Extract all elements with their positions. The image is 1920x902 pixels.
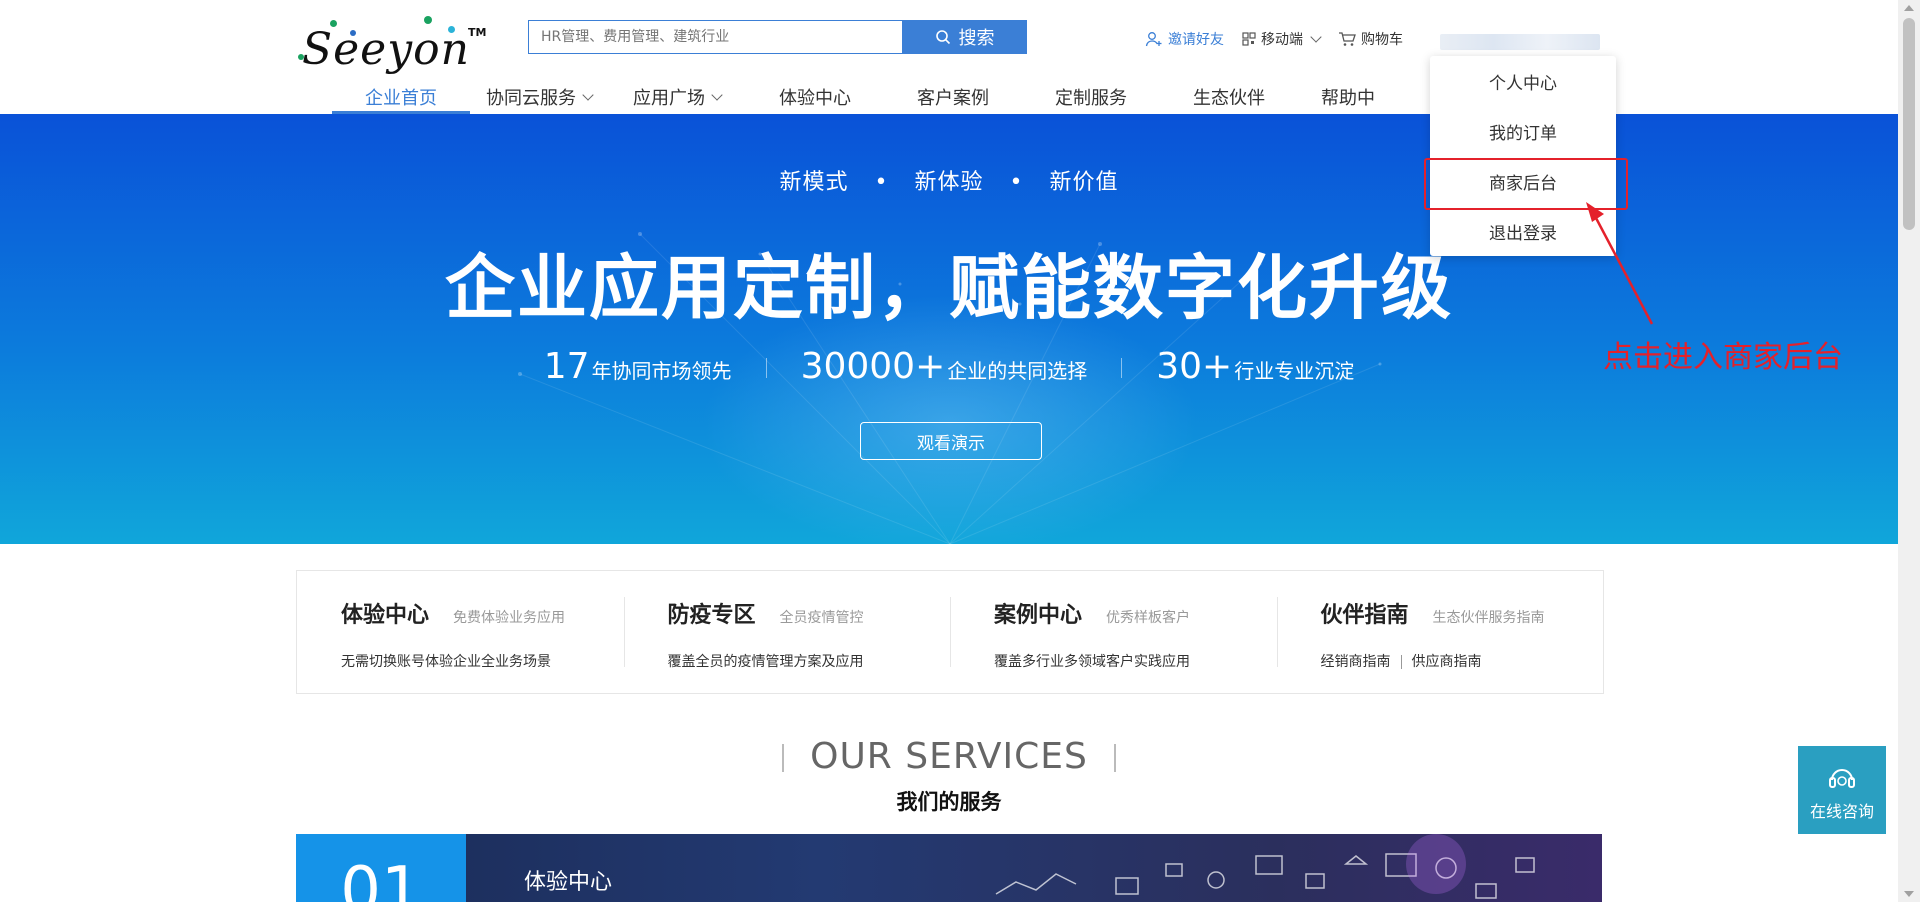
nav-label: 协同云服务 [486, 88, 576, 109]
chevron-down-icon [582, 88, 594, 101]
nav-item-partners[interactable]: 生态伙伴 [1160, 80, 1298, 114]
menu-item-my-orders[interactable]: 我的订单 [1430, 106, 1616, 156]
top-links: 邀请好友 移动端 购物车 [1145, 26, 1421, 52]
card-subtitle: 全员疫情管控 [779, 610, 864, 626]
search-button[interactable]: 搜索 [902, 20, 1027, 54]
scroll-up-arrow-icon[interactable] [1904, 5, 1914, 11]
card-title: 伙伴指南 [1320, 603, 1409, 628]
nav-item-custom-services[interactable]: 定制服务 [1022, 80, 1160, 114]
scroll-thumb[interactable] [1903, 18, 1915, 230]
nav-label: 企业首页 [365, 88, 437, 109]
annotation-text: 点击进入商家后台 [1603, 340, 1843, 375]
search-input[interactable] [528, 20, 917, 54]
nav-label: 应用广场 [633, 88, 705, 109]
card-title: 案例中心 [994, 603, 1083, 628]
nav-label: 客户案例 [917, 88, 989, 109]
nav-label: 帮助中 [1321, 88, 1375, 109]
tech-icons-decoration [995, 834, 1535, 899]
nav-item-cloud-services[interactable]: 协同云服务 [470, 80, 608, 114]
stat-years: 17 年协同市场领先 [510, 346, 766, 387]
services-heading-cn: 我们的服务 [896, 790, 1002, 814]
search-icon [935, 30, 950, 45]
services-en-text: OUR SERVICES [810, 736, 1088, 777]
cart-label: 购物车 [1361, 32, 1403, 48]
logo-dot [424, 16, 432, 24]
nav-label: 体验中心 [779, 88, 851, 109]
card-description: 覆盖多行业多领域客户实践应用 [994, 651, 1277, 671]
card-epidemic-zone[interactable]: 防疫专区 全员疫情管控 覆盖全员的疫情管理方案及应用 [623, 571, 951, 693]
card-experience-center[interactable]: 体验中心 免费体验业务应用 无需切换账号体验企业全业务场景 [297, 571, 624, 693]
nav-item-experience-center[interactable]: 体验中心 [746, 80, 884, 114]
card-subtitle: 免费体验业务应用 [453, 610, 566, 626]
nav-item-app-square[interactable]: 应用广场 [608, 80, 746, 114]
page: Seeyon TM 搜索 邀请好友 移动端 购物车 [0, 0, 1898, 902]
chevron-down-icon [711, 88, 723, 101]
headset-icon [1829, 769, 1855, 788]
card-description: 覆盖全员的疫情管理方案及应用 [668, 651, 951, 671]
nav-item-home[interactable]: 企业首页 [332, 80, 470, 114]
tagline-item: 新体验 [914, 170, 984, 195]
user-account-menu-trigger[interactable] [1440, 34, 1600, 50]
logo-trademark: TM [468, 26, 487, 39]
mobile-label: 移动端 [1261, 32, 1303, 48]
tagline-item: 新价值 [1049, 170, 1119, 195]
menu-item-personal-center[interactable]: 个人中心 [1430, 56, 1616, 106]
logo-text: Seeyon [302, 24, 470, 75]
service-banner-experience-center[interactable]: 01 体验中心 [296, 834, 1602, 902]
stat-label: 企业的共同选择 [947, 359, 1088, 383]
search-bar: 搜索 [528, 20, 1027, 54]
feature-cards: 体验中心 免费体验业务应用 无需切换账号体验企业全业务场景 防疫专区 全员疫情管… [296, 570, 1604, 694]
chevron-down-icon [1310, 30, 1322, 43]
nav-label: 定制服务 [1055, 88, 1127, 109]
link-divider [1400, 655, 1402, 669]
service-title: 体验中心 [524, 870, 613, 895]
card-partner-guide: 伙伴指南 生态伙伴服务指南 经销商指南 供应商指南 [1276, 571, 1604, 693]
card-subtitle: 优秀样板客户 [1106, 610, 1191, 626]
nav-item-customer-cases[interactable]: 客户案例 [884, 80, 1022, 114]
invite-friends-link[interactable]: 邀请好友 [1145, 29, 1224, 49]
scroll-down-arrow-icon[interactable] [1904, 891, 1914, 897]
qrcode-icon [1242, 32, 1256, 46]
card-subtitle: 生态伙伴服务指南 [1432, 610, 1545, 626]
supplier-guide-link[interactable]: 供应商指南 [1412, 654, 1482, 670]
stat-number: 17 [543, 346, 590, 387]
stat-label: 行业专业沉淀 [1234, 359, 1355, 383]
cart-link[interactable]: 购物车 [1338, 29, 1403, 49]
heading-bar [782, 744, 785, 772]
seeyon-logo[interactable]: Seeyon TM [296, 14, 487, 75]
dot-separator: • [1009, 170, 1024, 195]
stat-industries: 30+ 行业专业沉淀 [1122, 346, 1388, 387]
page-scrollbar[interactable] [1898, 0, 1920, 902]
online-consult-button[interactable]: 在线咨询 [1798, 746, 1886, 834]
mobile-link[interactable]: 移动端 [1242, 29, 1322, 49]
main-nav: 企业首页 协同云服务 应用广场 体验中心 客户案例 定制服务 生态伙伴 帮助中 [332, 80, 1398, 114]
stat-number: 30+ [1156, 346, 1233, 387]
nav-label: 生态伙伴 [1193, 88, 1265, 109]
cart-icon [1339, 32, 1356, 46]
card-desc-text: 覆盖多行业多领域客户实践应用 [994, 654, 1190, 670]
card-description: 经销商指南 供应商指南 [1321, 651, 1604, 671]
card-title: 防疫专区 [667, 603, 756, 628]
invite-friends-label: 邀请好友 [1168, 32, 1224, 48]
stat-enterprises: 30000+ 企业的共同选择 [767, 346, 1122, 387]
watch-demo-button[interactable]: 观看演示 [860, 422, 1042, 460]
nav-item-help[interactable]: 帮助中 [1298, 80, 1398, 114]
card-desc-text: 覆盖全员的疫情管理方案及应用 [667, 654, 864, 670]
stat-label: 年协同市场领先 [591, 359, 732, 383]
card-desc-text: 无需切换账号体验企业全业务场景 [341, 654, 551, 670]
tagline-item: 新模式 [779, 170, 849, 195]
consult-label: 在线咨询 [1809, 802, 1874, 821]
card-description: 无需切换账号体验企业全业务场景 [341, 651, 624, 671]
card-case-center[interactable]: 案例中心 优秀样板客户 覆盖多行业多领域客户实践应用 [950, 571, 1277, 693]
annotation-arrow-icon [1586, 202, 1654, 325]
dot-separator: • [874, 170, 889, 195]
heading-bar [1113, 744, 1116, 772]
user-add-icon [1145, 32, 1162, 47]
stat-number: 30000+ [800, 346, 946, 387]
distributor-guide-link[interactable]: 经销商指南 [1321, 654, 1391, 670]
card-title: 体验中心 [341, 603, 430, 628]
service-number: 01 [296, 834, 466, 902]
search-button-label: 搜索 [958, 28, 995, 49]
services-heading-en: OUR SERVICES [0, 736, 1898, 777]
